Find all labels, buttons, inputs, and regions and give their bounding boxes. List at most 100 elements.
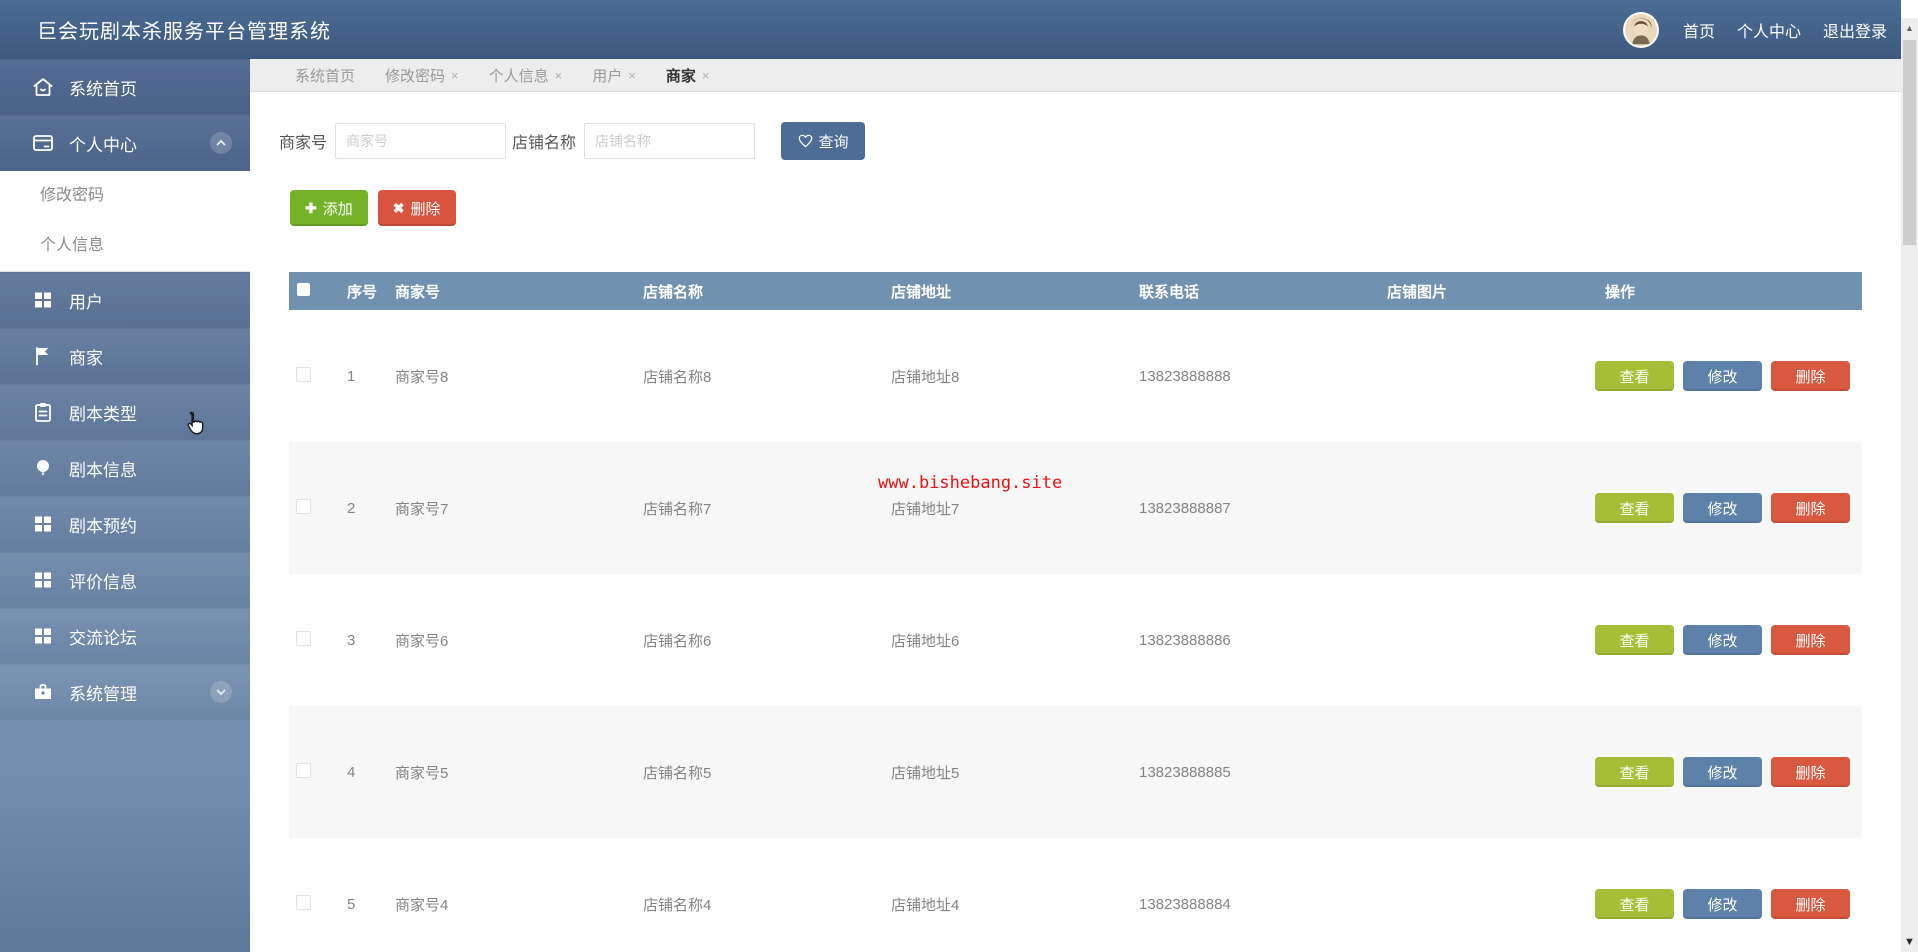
column-header-shop-image: 店铺图片 (1387, 283, 1448, 301)
table-row: 1 商家号8 店铺名称8 店铺地址8 13823888888 查看 修改 删除 (289, 310, 1862, 442)
row-checkbox[interactable] (296, 630, 311, 646)
scrollbar-thumb[interactable] (1903, 40, 1916, 245)
app-header: 巨会玩剧本杀服务平台管理系统 首页 个人中心 退出登录 (0, 0, 1901, 59)
scrollbar[interactable]: ▲ ▼ (1901, 18, 1918, 952)
view-button[interactable]: 查看 (1595, 889, 1674, 919)
merchant-no-label: 商家号 (279, 135, 328, 152)
merchant-no-input[interactable] (335, 123, 507, 159)
add-button[interactable]: ✚ 添加 (290, 190, 368, 226)
sidebar-item-label: 系统管理 (69, 684, 137, 704)
sidebar-item-users[interactable]: 用户 (0, 272, 250, 328)
sidebar-item-label: 剧本信息 (69, 460, 137, 480)
row-checkbox[interactable] (296, 366, 311, 382)
edit-button[interactable]: 修改 (1683, 757, 1762, 787)
sidebar-item-script-booking[interactable]: 剧本预约 (0, 496, 250, 552)
clipboard-icon (30, 399, 56, 425)
query-button-label: 查询 (818, 133, 849, 151)
edit-button[interactable]: 修改 (1683, 493, 1762, 523)
row-checkbox[interactable] (296, 762, 311, 778)
tab-close-icon[interactable]: × (628, 68, 636, 83)
tab-label: 系统首页 (295, 67, 356, 85)
tab-close-icon[interactable]: × (451, 68, 459, 83)
watermark-text: www.bishebang.site (878, 473, 1063, 493)
cell-phone: 13823888887 (1139, 499, 1231, 517)
table-header: 序号 商家号 店铺名称 店铺地址 联系电话 店铺图片 操作 (289, 272, 1862, 310)
column-header-phone: 联系电话 (1139, 283, 1200, 301)
nav-home[interactable]: 首页 (1683, 18, 1715, 42)
sidebar-item-review-info[interactable]: 评价信息 (0, 552, 250, 608)
delete-button[interactable]: ✖ 删除 (377, 190, 456, 226)
edit-button[interactable]: 修改 (1683, 361, 1762, 391)
cell-index: 2 (347, 499, 356, 517)
sidebar-item-merchants[interactable]: 商家 (0, 328, 250, 384)
sidebar-item-label: 评价信息 (69, 572, 137, 592)
edit-button[interactable]: 修改 (1683, 889, 1762, 919)
flag-icon (30, 343, 56, 369)
scroll-down-icon[interactable]: ▼ (1901, 934, 1918, 950)
tab-merchants[interactable]: 商家 × (651, 59, 725, 91)
scroll-up-icon[interactable]: ▲ (1901, 20, 1918, 36)
tab-close-icon[interactable]: × (555, 68, 563, 83)
briefcase-icon (30, 679, 56, 705)
sidebar-item-script-type[interactable]: 剧本类型 (0, 384, 250, 440)
nav-personal-center[interactable]: 个人中心 (1737, 18, 1801, 42)
cell-operations: 查看 修改 删除 (1595, 625, 1862, 655)
sidebar-item-personal-center[interactable]: 个人中心 (0, 115, 250, 171)
chevron-up-icon (210, 132, 232, 154)
query-button[interactable]: 查询 (781, 122, 866, 160)
table-row: 3 商家号6 店铺名称6 店铺地址6 13823888886 查看 修改 删除 (289, 574, 1862, 706)
tab-system-home[interactable]: 系统首页 (280, 59, 370, 91)
row-checkbox[interactable] (296, 498, 311, 514)
cell-merchant-no: 商家号8 (395, 368, 449, 386)
sidebar-item-label: 用户 (69, 292, 103, 312)
sidebar: 系统首页个人中心修改密码 个人信息用户商家剧本类型剧本信息剧本预约评价信息交流论坛… (0, 59, 250, 952)
cell-operations: 查看 修改 删除 (1595, 361, 1862, 391)
cell-merchant-no: 商家号4 (395, 896, 449, 914)
select-all-checkbox[interactable] (297, 282, 310, 296)
view-button[interactable]: 查看 (1595, 625, 1674, 655)
view-button[interactable]: 查看 (1595, 757, 1674, 787)
avatar[interactable] (1622, 11, 1659, 48)
tab-personal-info[interactable]: 个人信息 × (474, 59, 578, 91)
view-button[interactable]: 查看 (1595, 493, 1674, 523)
cell-shop-name: 店铺名称7 (643, 500, 712, 518)
cell-merchant-no: 商家号7 (395, 500, 449, 518)
sidebar-item-label: 剧本类型 (69, 404, 137, 424)
sidebar-subitem-change-password[interactable]: 修改密码 (0, 171, 250, 221)
sidebar-item-system-home[interactable]: 系统首页 (0, 59, 250, 115)
sidebar-subitem-personal-info[interactable]: 个人信息 (0, 221, 250, 271)
column-header-shop-name: 店铺名称 (643, 283, 704, 301)
delete-row-button[interactable]: 删除 (1771, 493, 1850, 523)
view-button[interactable]: 查看 (1595, 361, 1674, 391)
column-header-merchant-no: 商家号 (395, 283, 441, 301)
delete-row-button[interactable]: 删除 (1771, 625, 1850, 655)
cell-phone: 13823888886 (1139, 631, 1231, 649)
sidebar-item-system-management[interactable]: 系统管理 (0, 664, 250, 720)
sidebar-item-forum[interactable]: 交流论坛 (0, 608, 250, 664)
nav-logout[interactable]: 退出登录 (1823, 18, 1887, 42)
table-row: 2 商家号7 店铺名称7 店铺地址7 13823888887 查看 修改 删除 (289, 442, 1862, 574)
cell-shop-address: 店铺地址6 (891, 632, 960, 650)
edit-button[interactable]: 修改 (1683, 625, 1762, 655)
heart-icon (798, 134, 812, 148)
shop-name-input[interactable] (584, 123, 756, 159)
sidebar-item-label: 个人中心 (69, 135, 137, 155)
tab-users[interactable]: 用户 × (577, 59, 651, 91)
delete-row-button[interactable]: 删除 (1771, 889, 1850, 919)
chevron-down-icon (210, 681, 232, 703)
cell-shop-address: 店铺地址4 (891, 896, 960, 914)
sidebar-item-label: 交流论坛 (69, 628, 137, 648)
tab-close-icon[interactable]: × (702, 68, 710, 83)
id-card-icon (30, 130, 56, 156)
grid-icon (30, 511, 56, 537)
delete-row-button[interactable]: 删除 (1771, 757, 1850, 787)
sidebar-item-script-info[interactable]: 剧本信息 (0, 440, 250, 496)
column-header-operations: 操作 (1605, 283, 1636, 301)
cell-operations: 查看 修改 删除 (1595, 757, 1862, 787)
cell-index: 3 (347, 631, 356, 649)
tab-change-password[interactable]: 修改密码 × (370, 59, 474, 91)
row-checkbox[interactable] (296, 894, 311, 910)
cell-index: 5 (347, 895, 356, 913)
cell-merchant-no: 商家号6 (395, 632, 449, 650)
delete-row-button[interactable]: 删除 (1771, 361, 1850, 391)
